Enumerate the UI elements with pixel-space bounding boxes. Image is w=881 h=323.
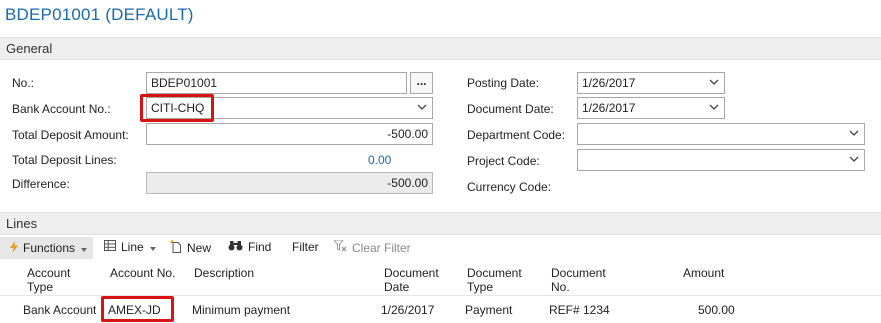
lightning-icon	[10, 240, 18, 256]
column-header-account-type[interactable]: Account Type	[27, 266, 70, 294]
new-document-icon	[170, 240, 182, 256]
department-code-label: Department Code:	[467, 128, 566, 142]
posting-date-label: Posting Date:	[467, 76, 540, 90]
total-deposit-lines-label: Total Deposit Lines:	[12, 153, 117, 167]
chevron-down-icon[interactable]	[849, 150, 859, 170]
posting-date-value: 1/26/2017	[582, 76, 636, 90]
clear-filter-icon	[332, 239, 347, 255]
currency-code-label: Currency Code:	[467, 180, 552, 194]
chevron-down-icon[interactable]	[849, 124, 859, 144]
chevron-down-icon[interactable]	[709, 73, 719, 93]
posting-date-field[interactable]: 1/26/2017	[577, 72, 725, 94]
bank-account-highlight	[140, 94, 214, 122]
column-header-amount[interactable]: Amount	[683, 266, 724, 280]
column-header-document-date[interactable]: Document Date	[384, 266, 439, 294]
general-section-header[interactable]: General	[0, 37, 881, 60]
lines-toolbar: Functions Line New Find Filter Clear Fil…	[0, 235, 881, 261]
no-label: No.:	[12, 76, 35, 90]
account-no-highlight	[101, 296, 174, 322]
filter-button[interactable]: Filter	[292, 240, 319, 254]
document-date-field[interactable]: 1/26/2017	[577, 97, 725, 119]
department-code-field[interactable]	[577, 123, 865, 145]
document-date-value: 1/26/2017	[582, 101, 636, 115]
page-title: BDEP01001 (DEFAULT)	[5, 5, 194, 24]
new-label: New	[187, 241, 212, 255]
document-date-label: Document Date:	[467, 102, 554, 116]
binoculars-icon	[228, 240, 243, 254]
lines-section-header[interactable]: Lines	[0, 212, 881, 235]
cell-amount[interactable]: 500.00	[698, 303, 735, 317]
no-field[interactable]: BDEP01001	[146, 72, 407, 94]
difference-field: -500.00	[146, 172, 433, 194]
find-button[interactable]: Find	[228, 240, 271, 254]
functions-label: Functions	[23, 241, 76, 255]
total-deposit-lines-value[interactable]: 0.00	[368, 153, 391, 167]
bank-account-label: Bank Account No.:	[12, 102, 111, 116]
column-header-document-type[interactable]: Document Type	[467, 266, 522, 294]
no-assist-button[interactable]: ...	[410, 72, 433, 94]
project-code-field[interactable]	[577, 149, 865, 171]
difference-label: Difference:	[12, 177, 70, 191]
cell-description[interactable]: Minimum payment	[192, 303, 290, 317]
caret-down-icon	[149, 240, 156, 254]
caret-down-icon	[81, 241, 88, 255]
find-label: Find	[248, 240, 272, 254]
cell-account-type[interactable]: Bank Account	[23, 303, 96, 317]
line-label: Line	[121, 240, 144, 254]
chevron-down-icon[interactable]	[417, 98, 427, 118]
new-button[interactable]: New	[170, 240, 211, 256]
cell-document-date[interactable]: 1/26/2017	[381, 303, 434, 317]
clear-filter-label: Clear Filter	[352, 240, 411, 255]
cell-document-type[interactable]: Payment	[465, 303, 512, 317]
column-header-document-no[interactable]: Document No.	[551, 266, 606, 294]
column-header-description[interactable]: Description	[194, 266, 254, 280]
column-header-account-no[interactable]: Account No.	[110, 266, 175, 280]
total-deposit-amount-label: Total Deposit Amount:	[12, 128, 129, 142]
line-button[interactable]: Line	[104, 240, 156, 254]
grid-icon	[104, 240, 116, 254]
functions-button[interactable]: Functions	[0, 237, 94, 259]
total-deposit-amount-field[interactable]: -500.00	[146, 123, 433, 145]
cell-document-no[interactable]: REF# 1234	[549, 303, 610, 317]
clear-filter-button[interactable]: Clear Filter	[332, 239, 411, 255]
filter-label: Filter	[292, 240, 319, 254]
chevron-down-icon[interactable]	[709, 98, 719, 118]
project-code-label: Project Code:	[467, 154, 540, 168]
